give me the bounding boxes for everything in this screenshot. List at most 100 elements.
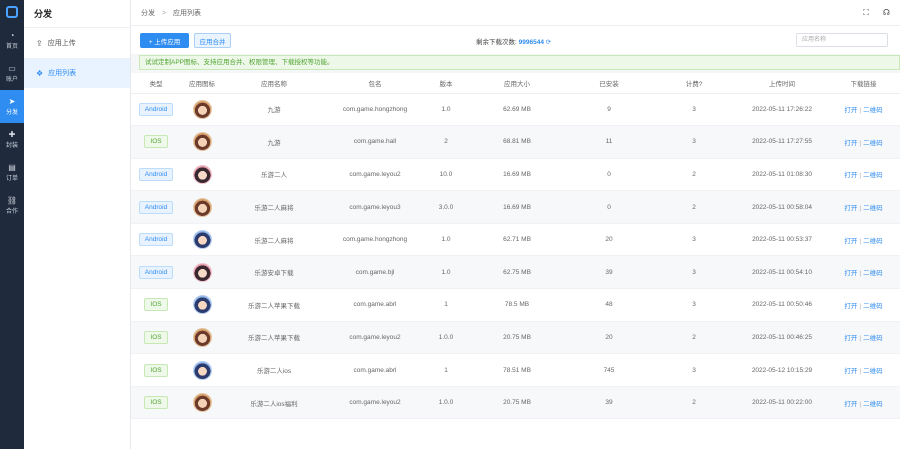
- cell-icon: [181, 223, 223, 257]
- nav-item-distribute[interactable]: ➤ 分发: [0, 90, 24, 123]
- qr-code-link[interactable]: 二维码: [863, 368, 883, 375]
- cell-package: com.game.leyou2: [325, 321, 425, 355]
- link-divider: |: [859, 302, 862, 310]
- qr-code-link[interactable]: 二维码: [863, 270, 883, 277]
- cell-version: 10.0: [425, 158, 467, 192]
- nav-item-cooperation[interactable]: ⛓ 合作: [0, 189, 24, 222]
- cell-version: 1: [425, 288, 467, 322]
- table-row: IOS 乐游二人ios福利 com.game.leyou2 1.0.0 20.75 MB…: [131, 386, 900, 420]
- table-row: IOS 乐游二人ios com.game.abrl 1 78.51 MB 745 3 2022…: [131, 353, 900, 387]
- link-icon: ⛓: [6, 196, 18, 205]
- cell-app-name: 九游: [223, 93, 325, 127]
- sidebar-item-label: 应用列表: [48, 70, 77, 77]
- open-link[interactable]: 打开: [844, 140, 857, 147]
- platform-badge: Android: [138, 233, 174, 247]
- cell-size: 62.69 MB: [467, 93, 567, 127]
- search-input[interactable]: [796, 33, 888, 47]
- cell-icon: [181, 288, 223, 322]
- cell-version: 1.0: [425, 255, 467, 290]
- app-avatar: [192, 360, 212, 380]
- table-row: IOS 乐游二人苹果下载 com.game.leyou2 1.0.0 20.75 MB 2…: [131, 321, 900, 355]
- upload-icon: ⇪: [36, 38, 43, 48]
- open-link[interactable]: 打开: [844, 368, 857, 375]
- qr-code-link[interactable]: 二维码: [863, 205, 883, 212]
- breadcrumb-separator-icon: >: [161, 9, 167, 17]
- link-divider: |: [859, 368, 862, 376]
- cell-icon: [181, 321, 223, 355]
- headset-icon[interactable]: ☊: [883, 8, 890, 18]
- cell-installed: 0: [567, 158, 651, 192]
- app-avatar: [192, 262, 212, 282]
- cell-installed: 745: [567, 353, 651, 387]
- qr-code-link[interactable]: 二维码: [863, 335, 883, 342]
- column-header-type: 类型: [131, 73, 181, 94]
- open-link[interactable]: 打开: [844, 270, 857, 277]
- qr-code-link[interactable]: 二维码: [863, 107, 883, 114]
- nav-item-home[interactable]: ◔ 首页: [0, 24, 24, 57]
- open-link[interactable]: 打开: [844, 205, 857, 212]
- cell-installed: 48: [567, 288, 651, 322]
- folder-icon: ▭: [8, 64, 16, 73]
- column-header-billing: 计费?: [651, 73, 737, 94]
- cell-version: 1: [425, 353, 467, 387]
- link-divider: |: [859, 400, 862, 408]
- open-link[interactable]: 打开: [844, 172, 857, 179]
- link-divider: |: [859, 335, 862, 343]
- cell-download-link: 打开 | 二维码: [827, 125, 900, 159]
- upload-app-button[interactable]: + 上传应用: [140, 33, 189, 48]
- column-header-package: 包名: [325, 73, 425, 94]
- cell-app-name: 乐游二人ios福利: [223, 386, 325, 420]
- open-link[interactable]: 打开: [844, 238, 857, 245]
- platform-badge: IOS: [144, 330, 168, 344]
- cell-download-link: 打开 | 二维码: [827, 321, 900, 355]
- cell-type: Android: [131, 190, 181, 224]
- open-link[interactable]: 打开: [844, 107, 857, 114]
- cell-download-link: 打开 | 二维码: [827, 93, 900, 127]
- merge-app-button[interactable]: 应用合并: [194, 33, 231, 48]
- qr-code-link[interactable]: 二维码: [863, 303, 883, 310]
- breadcrumb-root[interactable]: 分发: [141, 10, 155, 17]
- qr-code-link[interactable]: 二维码: [863, 401, 883, 408]
- cell-package: com.game.abrl: [325, 288, 425, 322]
- refresh-icon[interactable]: ⟳: [546, 39, 551, 46]
- cell-upload-time: 2022-05-11 00:54:10: [737, 255, 827, 290]
- cell-download-link: 打开 | 二维码: [827, 190, 900, 224]
- link-divider: |: [859, 139, 862, 147]
- cell-billing: 2: [651, 190, 737, 224]
- open-link[interactable]: 打开: [844, 401, 857, 408]
- sidebar-item-app-list[interactable]: ❖ 应用列表: [24, 58, 130, 88]
- nav-item-package[interactable]: ✚ 封装: [0, 123, 24, 156]
- cell-package: com.game.bjl: [325, 255, 425, 290]
- table-row: IOS 九游 com.game.hall 2 68.81 MB 11 3 2022-05-11…: [131, 125, 900, 159]
- cell-app-name: 乐游二人ios: [223, 353, 325, 387]
- fullscreen-icon[interactable]: ⛶: [863, 8, 869, 18]
- open-link[interactable]: 打开: [844, 335, 857, 342]
- link-divider: |: [859, 270, 862, 278]
- cell-size: 20.75 MB: [467, 321, 567, 355]
- app-avatar: [192, 164, 212, 184]
- nav-item-account[interactable]: ▭ 账户: [0, 57, 24, 90]
- open-link[interactable]: 打开: [844, 303, 857, 310]
- link-divider: |: [859, 172, 862, 180]
- app-logo-icon[interactable]: [0, 0, 24, 24]
- main-nav: ◔ 首页 ▭ 账户 ➤ 分发 ✚ 封装 ▤ 订单 ⛓ 合作: [0, 0, 24, 449]
- cell-installed: 39: [567, 255, 651, 290]
- cell-download-link: 打开 | 二维码: [827, 353, 900, 387]
- toolbar: + 上传应用 应用合并 剩余下载次数: 9996544 ⟳: [131, 26, 900, 54]
- cell-download-link: 打开 | 二维码: [827, 386, 900, 420]
- cell-app-name: 九游: [223, 125, 325, 159]
- qr-code-link[interactable]: 二维码: [863, 172, 883, 179]
- platform-badge: IOS: [144, 363, 168, 377]
- cell-version: 1.0: [425, 93, 467, 127]
- qr-code-link[interactable]: 二维码: [863, 238, 883, 245]
- table-row: Android 乐游二人麻将 com.game.leyou3 3.0.0 16.69 M…: [131, 190, 900, 224]
- qr-code-link[interactable]: 二维码: [863, 140, 883, 147]
- cell-icon: [181, 190, 223, 224]
- cell-download-link: 打开 | 二维码: [827, 223, 900, 257]
- platform-badge: Android: [138, 167, 174, 181]
- cell-package: com.game.hongzhong: [325, 93, 425, 127]
- nav-item-orders[interactable]: ▤ 订单: [0, 156, 24, 189]
- top-header: 分发 > 应用列表 ⛶ ☊: [131, 0, 900, 26]
- sidebar-item-upload[interactable]: ⇪ 应用上传: [24, 28, 130, 58]
- header-actions: ⛶ ☊: [863, 8, 890, 18]
